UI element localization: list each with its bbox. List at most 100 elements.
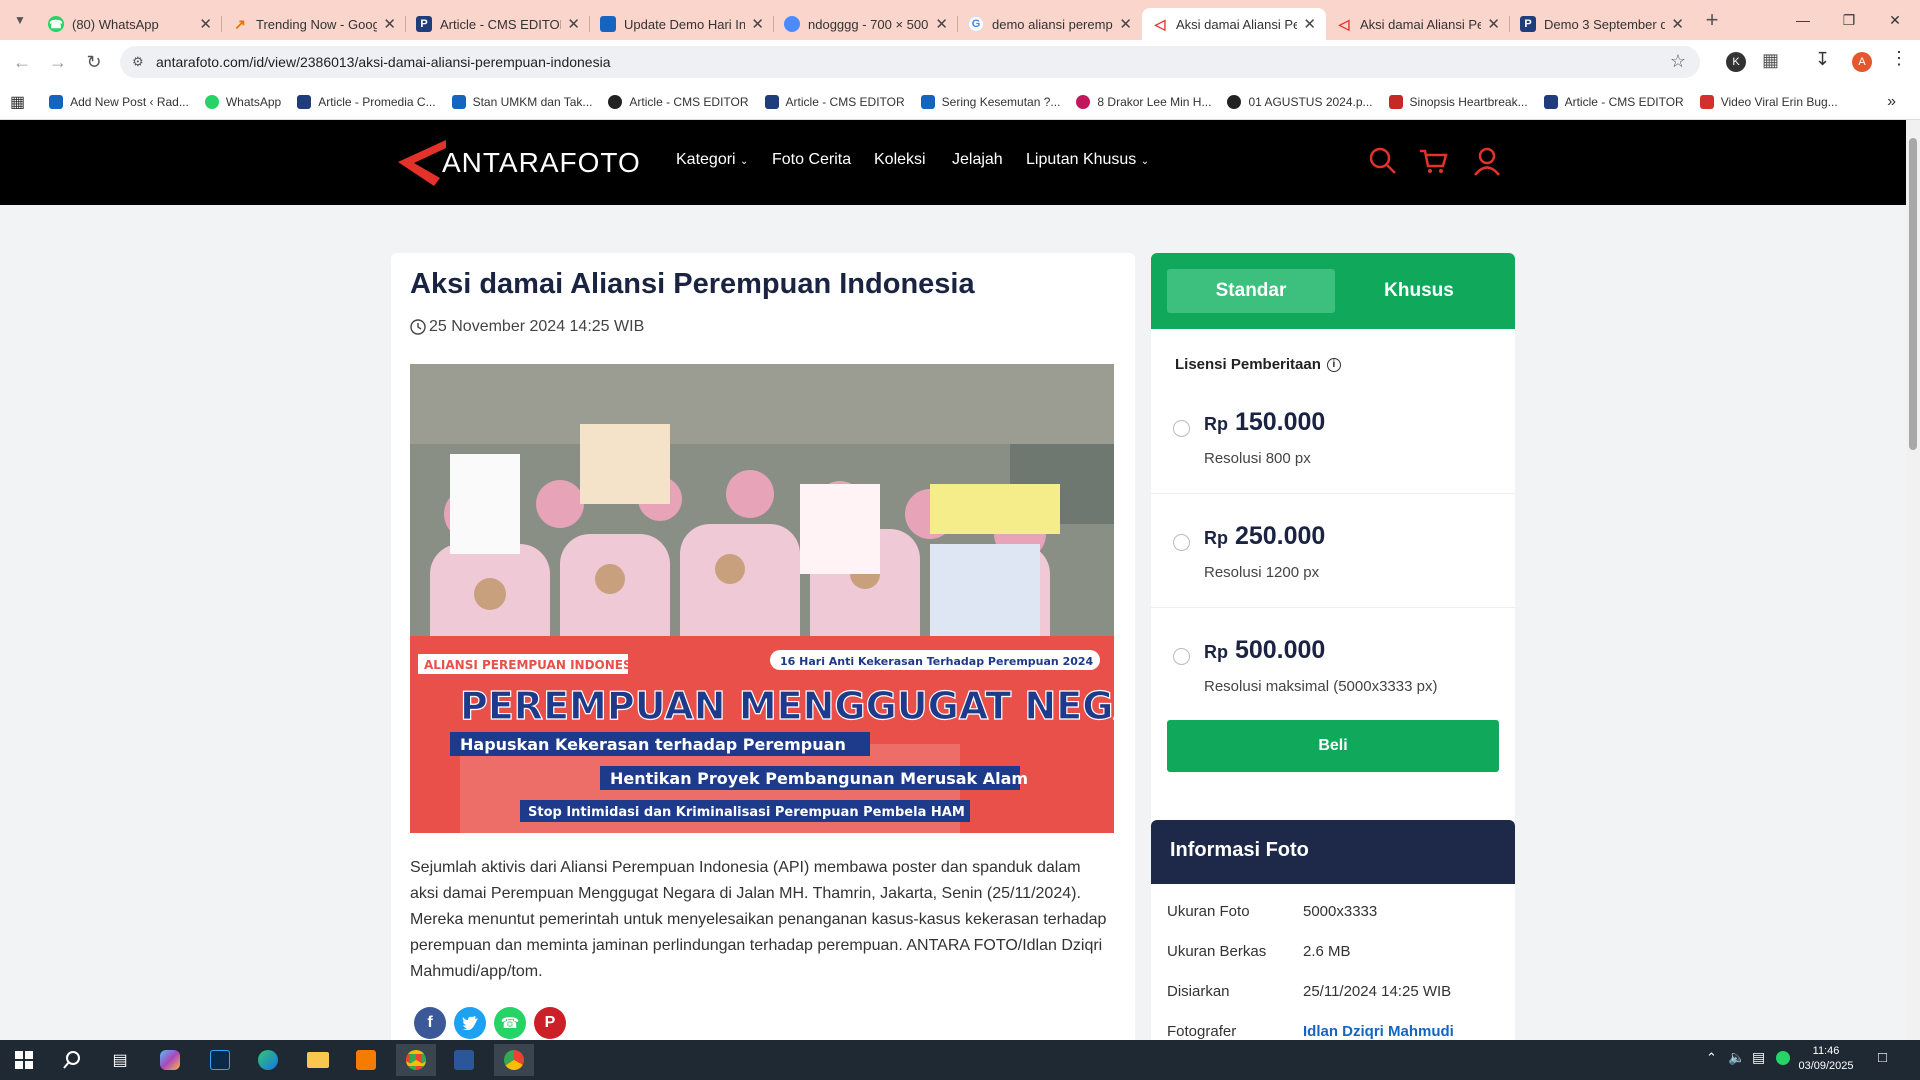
reload-button[interactable]: ↻ — [76, 46, 112, 78]
banner-headline-text: PEREMPUAN MENGGUGAT NEGARA — [460, 684, 1114, 728]
share-twitter-button[interactable] — [454, 1007, 486, 1039]
cms-icon — [297, 94, 312, 109]
restore-button[interactable]: ❐ — [1826, 0, 1872, 40]
minimize-button[interactable]: — — [1780, 0, 1826, 40]
browser-tab[interactable]: P Demo 3 September d ✕ — [1510, 8, 1694, 40]
nav-liputan-khusus[interactable]: Liputan Khusus ⌄ — [1026, 151, 1149, 169]
browser-tab[interactable]: Update Demo Hari In ✕ — [590, 8, 774, 40]
photoshop-icon[interactable] — [200, 1044, 240, 1076]
browser-tab[interactable]: ↗ Trending Now - Goog ✕ — [222, 8, 406, 40]
windows-start-icon[interactable] — [4, 1044, 44, 1076]
share-pinterest-button[interactable]: P — [534, 1007, 566, 1039]
clock[interactable]: 11:46 03/09/2025 — [1796, 1044, 1856, 1074]
address-toolbar: ← → ↻ ⚙ antarafoto.com/id/view/2386013/a… — [0, 40, 1920, 84]
word-icon[interactable] — [444, 1044, 484, 1076]
scrollbar-thumb[interactable] — [1909, 138, 1917, 450]
nav-jelajah[interactable]: Jelajah — [952, 151, 1003, 169]
share-facebook-button[interactable]: f — [414, 1007, 446, 1039]
license-radio[interactable] — [1173, 534, 1190, 551]
share-whatsapp-button[interactable]: ☎ — [494, 1007, 526, 1039]
page-viewport: ANTARAFOTO Kategori ⌄ Foto Cerita Koleks… — [0, 120, 1906, 1040]
buy-button[interactable]: Beli — [1167, 720, 1499, 772]
bookmark-item[interactable]: Article - Promedia C... — [297, 94, 436, 109]
taskbar-search-icon[interactable] — [52, 1044, 92, 1076]
close-tab-icon[interactable]: ✕ — [1303, 15, 1316, 33]
browser-tab[interactable]: P Article - CMS EDITOR ✕ — [406, 8, 590, 40]
close-tab-icon[interactable]: ✕ — [1487, 15, 1500, 33]
extensions-puzzle-icon[interactable]: ▦ — [1762, 50, 1779, 71]
chrome-icon[interactable] — [494, 1044, 534, 1076]
browser-tab[interactable]: Gdemo aliansi peremp ✕ — [958, 8, 1142, 40]
download-icon[interactable]: ↧ — [1815, 49, 1830, 70]
profile-avatar[interactable]: A — [1852, 52, 1872, 72]
site-info-icon[interactable]: ⚙ — [132, 54, 144, 70]
browser-tab[interactable]: ◁ Aksi damai Aliansi Pe ✕ — [1326, 8, 1510, 40]
tab-standar[interactable]: Standar — [1167, 269, 1335, 313]
new-tab-button[interactable]: + — [1694, 4, 1730, 36]
nav-kategori[interactable]: Kategori ⌄ — [676, 151, 748, 169]
license-heading: Lisensi Pemberitaan i — [1175, 356, 1341, 373]
bookmark-star-icon[interactable]: ☆ — [1670, 51, 1686, 72]
browser-tab[interactable]: ☎ (80) WhatsApp ✕ — [38, 8, 222, 40]
nav-koleksi[interactable]: Koleksi — [874, 151, 926, 169]
photographer-link[interactable]: Idlan Dziqri Mahmudi — [1303, 1023, 1454, 1040]
apps-grid-icon[interactable]: ▦ — [10, 92, 25, 112]
license-radio[interactable] — [1173, 420, 1190, 437]
bookmark-item[interactable]: 8 Drakor Lee Min H... — [1076, 94, 1211, 109]
bookmark-item[interactable]: 01 AGUSTUS 2024.p... — [1227, 94, 1373, 109]
bookmark-item[interactable]: Article - CMS EDITOR — [608, 94, 749, 109]
close-tab-icon[interactable]: ✕ — [751, 15, 764, 33]
close-window-button[interactable]: ✕ — [1872, 0, 1918, 40]
forward-button[interactable]: → — [40, 46, 76, 78]
more-bookmarks-icon[interactable]: » — [1887, 93, 1896, 111]
bookmark-item[interactable]: Sering Kesemutan ?... — [920, 94, 1060, 109]
license-radio[interactable] — [1173, 648, 1190, 665]
close-tab-icon[interactable]: ✕ — [1671, 15, 1684, 33]
close-tab-icon[interactable]: ✕ — [567, 15, 580, 33]
globe-icon — [608, 94, 623, 109]
bookmark-item[interactable]: Video Viral Erin Bug... — [1699, 94, 1838, 109]
photoshop-shape — [210, 1050, 230, 1070]
info-icon[interactable]: i — [1326, 357, 1341, 372]
file-explorer-icon[interactable] — [298, 1044, 338, 1076]
url-bar[interactable]: ⚙ antarafoto.com/id/view/2386013/aksi-da… — [120, 46, 1700, 78]
banner-org-text: ALIANSI PEREMPUAN INDONESIA — [424, 658, 646, 672]
extension-k-icon[interactable]: K — [1726, 52, 1746, 72]
close-tab-icon[interactable]: ✕ — [199, 15, 212, 33]
license-option[interactable]: Rp 150.000 Resolusi 800 px — [1151, 380, 1515, 494]
cart-icon[interactable] — [1418, 146, 1448, 176]
copilot-icon[interactable] — [150, 1044, 190, 1076]
tab-search-button[interactable]: ▼ — [2, 4, 38, 36]
back-button[interactable]: ← — [4, 46, 40, 78]
close-tab-icon[interactable]: ✕ — [935, 15, 948, 33]
browser-tab-active[interactable]: ◁ Aksi damai Aliansi Pe ✕ — [1142, 8, 1326, 40]
app-orange-icon[interactable] — [346, 1044, 386, 1076]
bookmark-item[interactable]: Article - CMS EDITOR — [1543, 94, 1684, 109]
license-option[interactable]: Rp 250.000 Resolusi 1200 px — [1151, 494, 1515, 608]
task-view-icon[interactable]: ▤ — [100, 1044, 140, 1076]
chrome-icon[interactable] — [396, 1044, 436, 1076]
bookmark-item[interactable]: Article - CMS EDITOR — [764, 94, 905, 109]
nav-foto-cerita[interactable]: Foto Cerita — [772, 151, 851, 169]
search-icon[interactable] — [1368, 146, 1398, 176]
page-scrollbar[interactable] — [1906, 120, 1920, 1040]
user-icon[interactable] — [1472, 146, 1502, 176]
network-icon[interactable]: ▤ — [1752, 1049, 1765, 1066]
whatsapp-tray-icon[interactable] — [1776, 1051, 1790, 1065]
bookmark-item[interactable]: Sinopsis Heartbreak... — [1388, 94, 1528, 109]
license-option[interactable]: Rp 500.000 Resolusi maksimal (5000x3333 … — [1151, 608, 1515, 722]
article-photo[interactable]: ALIANSI PEREMPUAN INDONESIA 16 Hari Anti… — [410, 364, 1114, 833]
notifications-icon[interactable]: □ — [1878, 1049, 1887, 1066]
tab-khusus[interactable]: Khusus — [1335, 269, 1503, 313]
bookmark-item[interactable]: Stan UMKM dan Tak... — [451, 94, 592, 109]
close-tab-icon[interactable]: ✕ — [1119, 15, 1132, 33]
volume-icon[interactable]: 🔈 — [1728, 1049, 1745, 1066]
browser-menu-icon[interactable]: ⋮ — [1890, 48, 1908, 69]
bookmark-item[interactable]: WhatsApp — [204, 94, 281, 109]
browser-tab[interactable]: ndogggg - 700 × 500 ✕ — [774, 8, 958, 40]
antarafoto-logo[interactable]: ANTARAFOTO — [394, 138, 641, 188]
edge-icon[interactable] — [248, 1044, 288, 1076]
bookmark-item[interactable]: Add New Post ‹ Rad... — [49, 94, 189, 109]
tray-chevron-icon[interactable]: ⌃ — [1706, 1050, 1717, 1066]
close-tab-icon[interactable]: ✕ — [383, 15, 396, 33]
